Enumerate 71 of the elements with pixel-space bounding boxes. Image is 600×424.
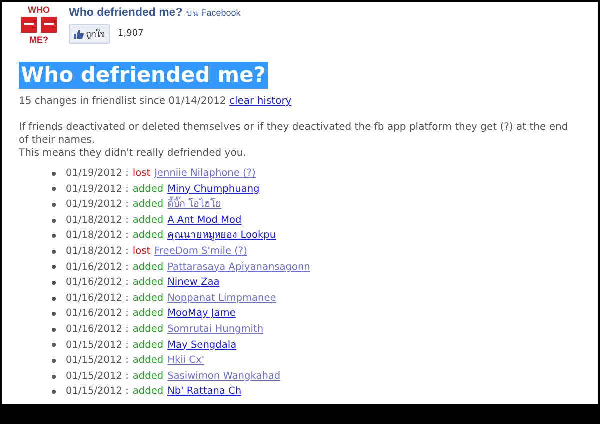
clear-history-link[interactable]: clear history [229,96,292,107]
friend-link[interactable]: A Ant Mod Mod [168,212,242,228]
logo-drawing [19,15,59,35]
friend-link[interactable]: Ninew Zaa [168,275,220,291]
bullet-icon [52,265,56,270]
friend-link[interactable]: Noppanat Limpmanee [168,290,276,306]
change-action: added [132,307,164,322]
change-action: lost [132,244,151,259]
bullet-icon [52,187,56,192]
change-date: 01/19/2012 : [66,182,129,197]
change-date: 01/16/2012 : [66,276,129,290]
change-date: 01/15/2012 : [66,338,129,353]
friend-link[interactable]: คุณนายหมูหยอง Lookpu [168,228,276,244]
bullet-icon [52,312,56,316]
change-action: added [132,385,164,400]
app-title[interactable]: Who defriended me? [69,7,183,19]
change-action: added [132,214,164,228]
change-action: added [132,229,164,244]
note-text: If friends deactivated or deleted themselves or if they deactivated the fb app platform they get (?) at the end of their names. [19,121,570,147]
change-action: added [132,370,164,384]
friend-link[interactable]: Miny Chumphuang [168,182,260,198]
change-action: added [132,276,164,290]
summary-text: 15 changes in friendlist since 01/14/2012 clear history [19,95,293,108]
change-date: 01/15/2012 : [66,354,129,368]
bullet-icon [52,390,56,394]
bullet-icon [52,218,56,223]
friend-link[interactable]: Pattarasaya Apiyanansagonn [168,260,310,276]
change-date: 01/15/2012 : [66,370,129,384]
change-action: added [132,182,164,197]
bullet-icon [52,343,56,348]
friend-link[interactable]: Hkii Cx' [168,353,205,369]
page-heading: Who defriended me? [19,62,268,89]
bullet-icon [52,280,56,285]
friend-link[interactable]: ดี้บิ๊ก โอไฮโย [168,197,222,213]
note-text: This means they didn't really defriended you. [19,147,248,160]
friend-link[interactable]: May Sengdala [168,338,237,354]
bullet-icon [52,296,56,301]
change-date: 01/16/2012 : [66,292,129,306]
friend-link[interactable]: Jenniie Nilaphone (?) [154,166,256,182]
change-date: 01/16/2012 : [66,322,129,337]
change-date: 01/18/2012 : [66,214,129,228]
change-action: added [132,292,164,306]
friend-link[interactable]: Somrutai Hungmith [168,322,264,338]
change-action: added [132,322,164,337]
friend-link[interactable]: FreeDom S'mile (?) [154,244,248,260]
bullet-icon [52,172,56,176]
change-date: 01/19/2012 : [66,167,129,181]
bullet-icon [52,374,56,379]
like-count: 1,907 [118,29,144,39]
change-date: 01/18/2012 : [66,244,129,259]
change-action: added [132,338,164,353]
change-date: 01/15/2012 : [66,385,129,400]
like-button[interactable]: ถูกใจ [69,24,110,44]
change-date: 01/16/2012 : [66,307,129,322]
change-action: added [132,260,164,275]
change-action: added [132,198,164,212]
thumbs-up-icon [74,30,84,38]
bullet-icon [52,328,56,332]
friend-link[interactable]: Nb' Rattana Ch [168,384,242,400]
change-date: 01/19/2012 : [66,198,129,212]
bullet-icon [52,202,56,207]
change-date: 01/16/2012 : [66,260,129,275]
change-action: lost [132,167,151,181]
friend-link[interactable]: MooMay Jame [168,306,236,322]
source-label: บน Facebook [186,7,241,20]
bullet-icon [52,250,56,254]
change-date: 01/18/2012 : [66,229,129,244]
friend-link[interactable]: Sasiwimon Wangkahad [168,368,281,384]
bullet-icon [52,358,56,363]
change-action: added [132,354,164,368]
bullet-icon [52,234,56,238]
